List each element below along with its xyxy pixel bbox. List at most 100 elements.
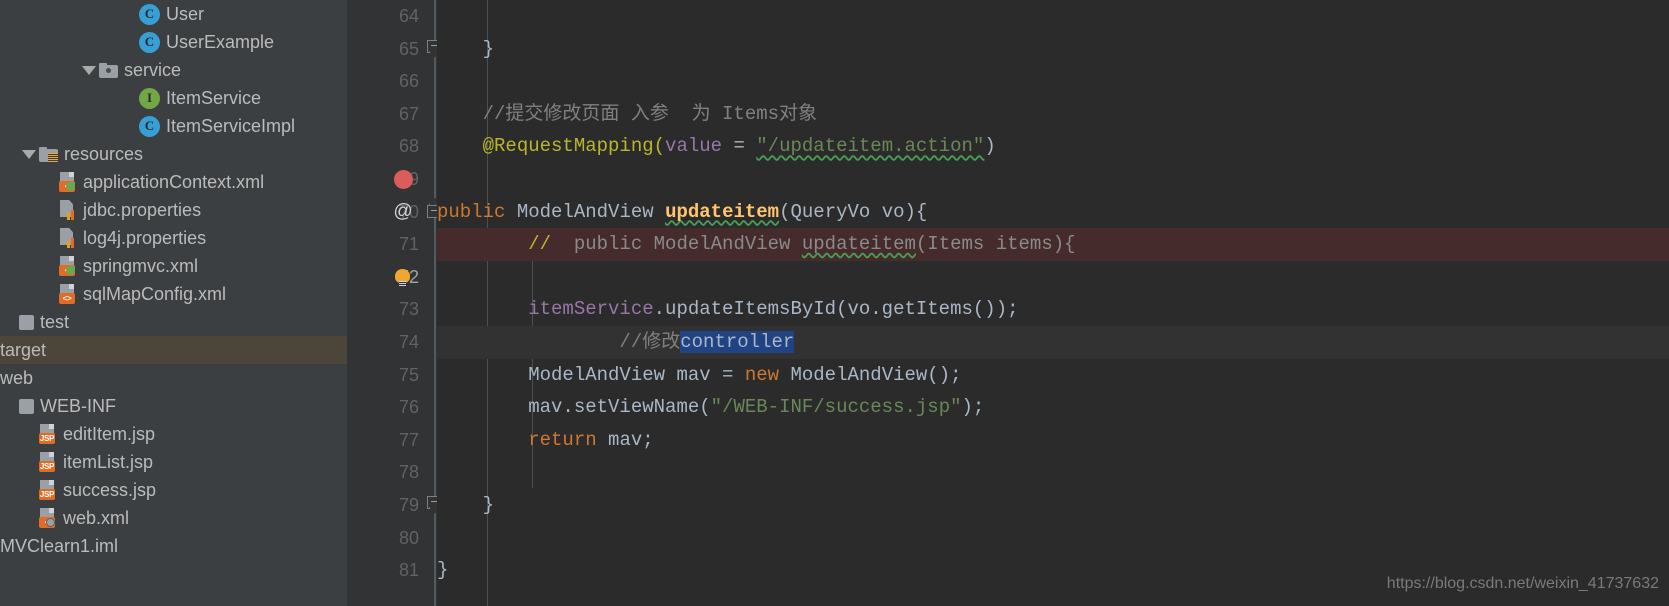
tree-item-edititem-jsp[interactable]: JSP editItem.jsp (0, 420, 347, 448)
line-number: 67 (398, 103, 419, 124)
expand-arrow-icon[interactable] (22, 149, 36, 159)
code-line-67[interactable]: //提交修改页面 入参 为 Items对象 (437, 98, 1669, 131)
module-square-icon (19, 314, 34, 330)
project-tree-sidebar[interactable]: C User C UserExample service I ItemService C Ite… (0, 0, 347, 606)
keyword: public (437, 200, 506, 223)
tree-item-web[interactable]: web (0, 364, 347, 392)
code-line-75[interactable]: ModelAndView mav = new ModelAndView(); (437, 359, 1669, 392)
tree-item-test[interactable]: test (0, 308, 347, 336)
code-line-71[interactable] (437, 228, 1669, 261)
line-number: 74 (398, 331, 419, 352)
tree-item-jdbc-properties[interactable]: jdbc.properties (0, 196, 347, 224)
tree-item-label: test (40, 312, 70, 332)
tree-item-web-xml[interactable]: < web.xml (0, 504, 347, 532)
tree-item-itemserviceimpl[interactable]: C ItemServiceImpl (0, 112, 347, 140)
tree-item-springmvc-xml[interactable]: < springmvc.xml (0, 252, 347, 280)
tree-item-label: log4j.properties (83, 228, 207, 248)
line-number: 71 (398, 234, 419, 255)
tree-item-label: User (166, 4, 205, 24)
code-content[interactable]: } //提交修改页面 入参 为 Items对象 @RequestMapping(… (437, 0, 1669, 606)
properties-icon (59, 200, 77, 220)
tree-item-label: UserExample (166, 32, 275, 52)
line-number: 64 (398, 6, 419, 26)
code-line-68[interactable]: @RequestMapping(value = "/updateitem.act… (437, 130, 1669, 163)
tree-item-itemservice[interactable]: I ItemService (0, 84, 347, 112)
code-text: } (437, 559, 449, 582)
type-name: ModelAndView (505, 200, 666, 223)
line-number: 68 (398, 136, 419, 157)
line-number: 66 (398, 71, 419, 92)
code-line-73[interactable]: itemService.updateItemsById(vo.getItems(… (437, 293, 1669, 326)
breakpoint-icon[interactable] (394, 169, 413, 189)
code-text: ModelAndView(); (779, 363, 962, 386)
tree-item-label: web (0, 368, 34, 388)
tree-item-userexample[interactable]: C UserExample (0, 28, 347, 56)
code-line-70[interactable]: public ModelAndView updateitem(QueryVo v… (437, 196, 1669, 229)
tree-item-label: web.xml (63, 508, 130, 528)
tree-item-label: service (124, 60, 182, 80)
tree-item-applicationcontext-xml[interactable]: < applicationContext.xml (0, 168, 347, 196)
watermark-url: https://blog.csdn.net/weixin_41737632 (1386, 575, 1659, 592)
class-icon: C (139, 31, 160, 53)
web-xml-icon: < (39, 508, 57, 528)
tree-item-web-inf[interactable]: WEB-INF (0, 392, 347, 420)
line-number: 75 (398, 364, 419, 385)
code-line-65[interactable]: } (437, 33, 1669, 66)
tree-item-log4j-properties[interactable]: log4j.properties (0, 224, 347, 252)
ide-screenshot: C User C UserExample service I ItemService C Ite… (0, 0, 1669, 606)
tree-item-service[interactable]: service (0, 56, 347, 84)
tree-item-target[interactable]: target (0, 336, 347, 364)
line-number: 78 (398, 462, 419, 483)
jsp-icon: JSP (39, 424, 57, 444)
code-line-79[interactable]: } (437, 489, 1669, 522)
tree-item-label: resources (64, 144, 144, 164)
tree-item-label: springmvc.xml (83, 256, 199, 276)
code-line-78[interactable] (437, 456, 1669, 489)
code-editor[interactable]: 64656667686970@7172737475767778798081 } … (347, 0, 1669, 606)
code-line-66[interactable] (437, 65, 1669, 98)
tree-item-label: success.jsp (63, 480, 157, 500)
expand-arrow-icon[interactable] (82, 65, 96, 75)
operator: = (722, 135, 757, 158)
line-number: 76 (398, 397, 419, 418)
code-line-72[interactable]: //修改controller (437, 261, 1669, 359)
intention-bulb-icon[interactable] (395, 268, 410, 286)
module-square-icon (19, 398, 34, 414)
code-line-77[interactable]: return mav; (437, 424, 1669, 457)
tree-item-user[interactable]: C User (0, 0, 347, 28)
line-number: 79 (398, 494, 419, 515)
tree-item-label: target (0, 340, 47, 360)
tree-item-sqlmapconfig-xml[interactable]: <> sqlMapConfig.xml (0, 280, 347, 308)
tree-item-success-jsp[interactable]: JSP success.jsp (0, 476, 347, 504)
code-line-74[interactable] (437, 326, 1669, 359)
interface-icon: I (139, 87, 160, 109)
jsp-icon: JSP (39, 452, 57, 472)
tree-item-label: editItem.jsp (63, 424, 156, 444)
annotation-name: @RequestMapping (437, 135, 654, 158)
tree-item-resources[interactable]: resources (0, 140, 347, 168)
code-line-80[interactable] (437, 522, 1669, 555)
keyword: new (744, 363, 780, 386)
annotation-gutter-icon[interactable]: @ (393, 196, 413, 229)
line-number: 73 (398, 299, 419, 320)
code-line-69[interactable]: // public ModelAndView updateitem(Items … (437, 163, 1669, 261)
tree-item-mvclearn1-iml[interactable]: MVClearn1.iml (0, 532, 347, 560)
code-text: mav; (596, 428, 654, 451)
xml-icon: <> (59, 284, 77, 304)
string-literal: "/WEB-INF/success.jsp" (710, 396, 962, 419)
code-text: .updateItemsById(vo.getItems()); (653, 298, 1019, 321)
tree-item-itemlist-jsp[interactable]: JSP itemList.jsp (0, 448, 347, 476)
code-text: (QueryVo vo){ (779, 200, 928, 223)
code-line-64[interactable] (437, 0, 1669, 33)
resources-folder-icon (39, 146, 58, 162)
code-line-76[interactable]: mav.setViewName("/WEB-INF/success.jsp"); (437, 391, 1669, 424)
line-number: 77 (398, 429, 419, 450)
